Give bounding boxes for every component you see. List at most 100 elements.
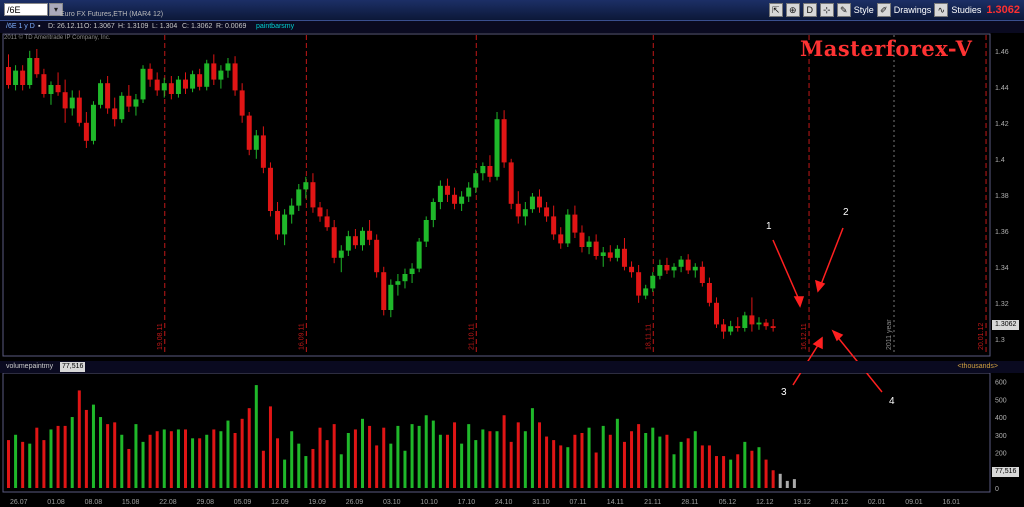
candle	[770, 319, 776, 332]
candle-body	[706, 283, 712, 303]
candle-body	[480, 166, 486, 174]
date-tick-label: 02.01	[868, 499, 886, 506]
volume-bar	[346, 433, 350, 488]
candle-body	[197, 74, 203, 87]
candle	[218, 65, 224, 89]
candle	[282, 209, 288, 246]
candle	[275, 202, 281, 240]
candle	[225, 58, 231, 78]
volume-bar	[509, 441, 513, 488]
volume-bar	[474, 440, 478, 488]
candle-body	[551, 216, 557, 235]
collapse-button[interactable]: ⇱	[768, 3, 783, 17]
volume-bar	[297, 443, 301, 488]
bar-range: R: 0.0069	[216, 23, 247, 30]
volume-bar	[311, 448, 315, 488]
volume-bar	[141, 441, 145, 488]
candle-body	[41, 74, 47, 94]
volume-bar	[290, 431, 294, 488]
volume-bar	[318, 427, 322, 488]
candle	[416, 238, 422, 273]
date-tick-label: 14.11	[607, 499, 624, 506]
volume-bar	[707, 445, 711, 488]
candle	[76, 90, 82, 127]
style-icon[interactable]: ✎	[836, 3, 851, 17]
candle	[34, 49, 40, 78]
candle-body	[175, 79, 181, 94]
volume-bar	[21, 441, 25, 488]
separator-label: 19.08.11	[157, 323, 164, 350]
volume-bar	[375, 445, 379, 488]
symbol-input[interactable]: /6E	[4, 3, 48, 16]
date-tick-label: 09.01	[905, 499, 923, 506]
candle	[175, 76, 181, 98]
drawings-button[interactable]: Drawings	[894, 5, 932, 15]
candle-body	[204, 63, 210, 87]
candle	[522, 202, 528, 226]
candle	[48, 81, 54, 105]
volume-bar	[70, 417, 74, 488]
volume-bar	[672, 454, 676, 488]
candle	[742, 311, 748, 332]
volume-bar	[35, 427, 39, 488]
candle-body	[657, 265, 663, 276]
volume-bar	[155, 431, 159, 488]
candle-body	[395, 281, 401, 285]
drawings-icon[interactable]: ✐	[876, 3, 891, 17]
candle	[367, 220, 373, 246]
volume-bar	[113, 422, 117, 488]
volume-study-name[interactable]: volumepaintmy	[6, 361, 53, 373]
volume-bar	[559, 445, 563, 488]
volume-bar	[637, 424, 641, 488]
zoom-button[interactable]: ⊕	[785, 3, 800, 17]
volume-bar	[538, 422, 541, 488]
candle-body	[27, 58, 33, 85]
volume-study-value: 77,516	[60, 362, 86, 372]
candle-body	[643, 288, 649, 296]
style-button[interactable]: Style	[854, 5, 874, 15]
candle-body	[416, 241, 422, 269]
bar-info-icon: ▪	[38, 23, 41, 30]
candle	[728, 320, 734, 336]
candle	[529, 193, 535, 213]
candle	[62, 79, 68, 123]
candle	[260, 126, 266, 174]
date-tick-label: 19.12	[793, 499, 811, 506]
volume-bar	[226, 420, 230, 488]
period-button[interactable]: D	[802, 3, 817, 17]
info-bar: /6E 1 y D ▪ D: 26.12.11 O: 1.3067 H: 1.3…	[0, 11, 1024, 33]
crosshair-button[interactable]: ⊹	[819, 3, 834, 17]
candle	[614, 245, 620, 262]
candle-body	[537, 196, 542, 208]
studies-icon[interactable]: ∿	[934, 3, 949, 17]
volume-bar	[764, 459, 768, 488]
volume-bar	[785, 480, 789, 488]
candle-body	[105, 83, 111, 109]
candle-body	[650, 275, 656, 289]
separator-label: 18.11.11	[645, 324, 652, 350]
candle	[197, 68, 203, 91]
study-tag[interactable]: paintbarsmy	[256, 21, 294, 33]
date-tick-label: 12.12	[756, 499, 774, 506]
candle-body	[742, 315, 748, 328]
candle-body	[55, 85, 61, 93]
price-tick-label: 1.46	[995, 49, 1009, 56]
candle-body	[289, 205, 295, 215]
date-tick-label: 10.10	[420, 499, 438, 506]
date-tick-label: 19.09	[308, 499, 326, 506]
candle	[544, 202, 550, 222]
candle-body	[664, 265, 670, 271]
candle-body	[260, 135, 266, 168]
candle	[303, 176, 309, 199]
date-tick-label: 05.09	[234, 499, 252, 506]
volume-bar	[566, 447, 570, 488]
separator-label: 21.10.11	[468, 323, 475, 350]
price-volume-chart[interactable]: 19.08.11 16.09.11 21.10.11 18.11.11 16.12.11…	[0, 0, 1024, 507]
candle-body	[303, 182, 309, 190]
candle	[112, 97, 118, 127]
studies-button[interactable]: Studies	[951, 5, 981, 15]
symbol-description: Euro FX Futures,ETH (MAR4 12)	[60, 11, 164, 18]
candle-body	[119, 95, 125, 120]
volume-bar	[431, 420, 435, 488]
volume-bar	[594, 452, 598, 488]
